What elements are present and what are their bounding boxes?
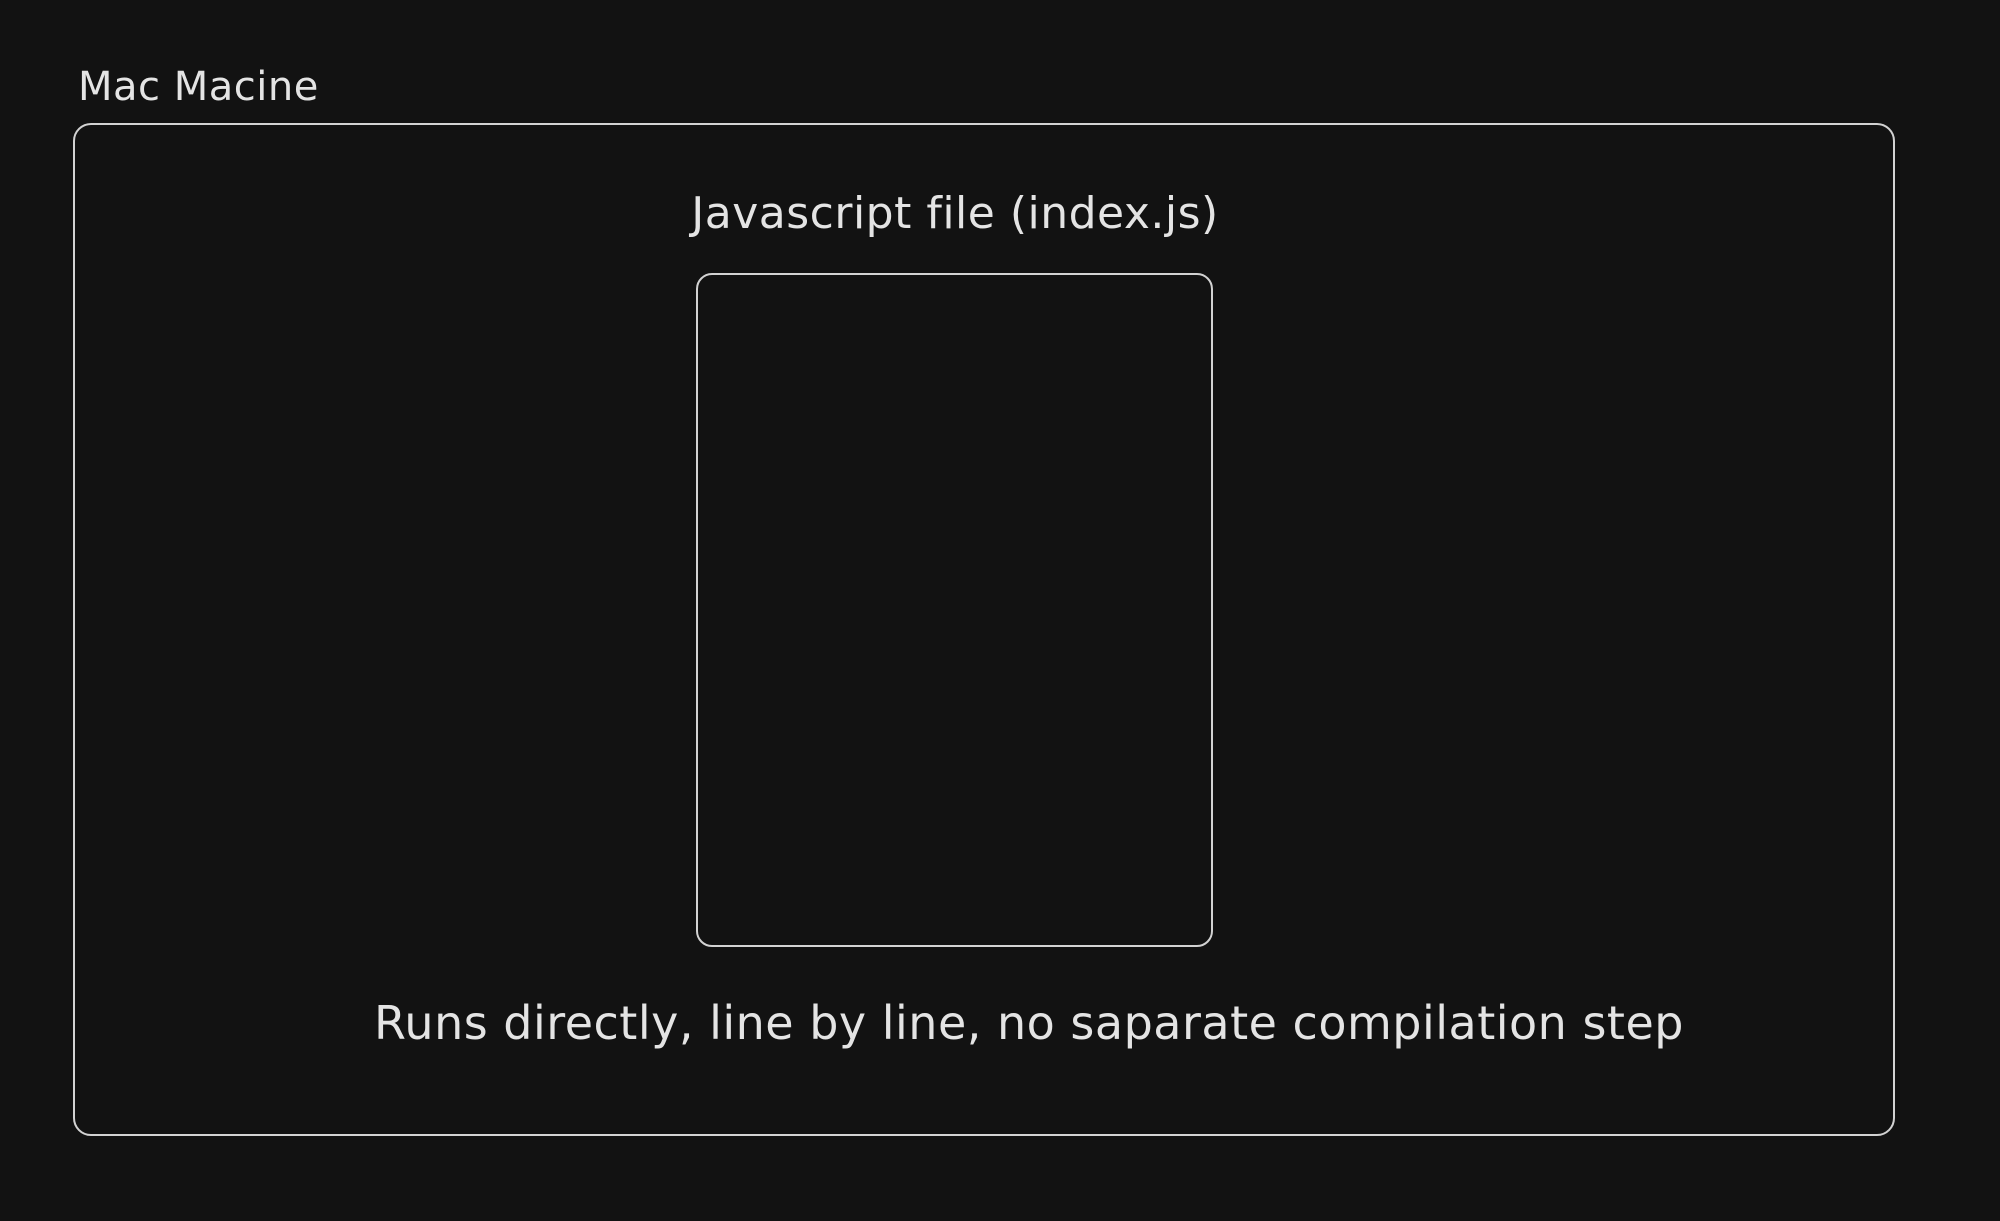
machine-label: Mac Macine	[78, 64, 319, 110]
file-label: Javascript file (index.js)	[691, 188, 1219, 239]
javascript-file-box	[696, 273, 1213, 947]
execution-caption: Runs directly, line by line, no saparate…	[374, 996, 1684, 1050]
